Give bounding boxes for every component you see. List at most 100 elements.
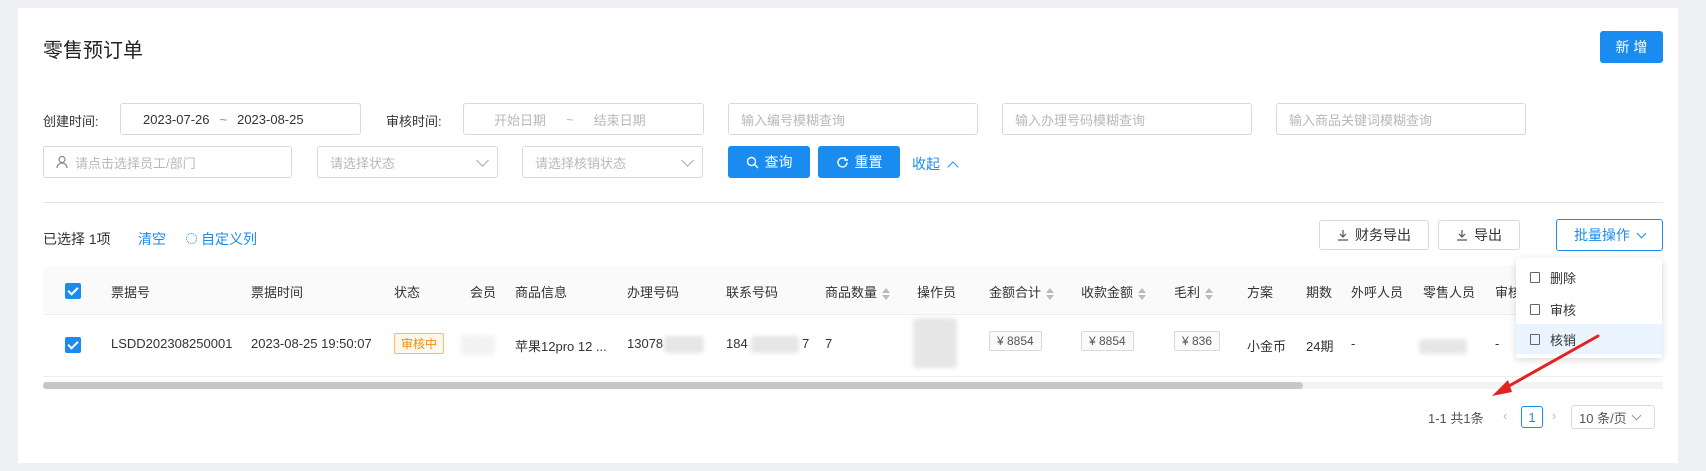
divider: [43, 202, 1663, 203]
cell-goods: 苹果12pro 12 ...: [515, 339, 607, 354]
audit-end-placeholder: 结束日期: [593, 112, 646, 128]
goods-keyword-placeholder: 输入商品关键词模糊查询: [1289, 112, 1433, 128]
sort-icon: [882, 287, 891, 300]
download-icon: [1338, 230, 1348, 241]
cell-periods: 24期: [1306, 339, 1334, 354]
goods-keyword-input[interactable]: 输入商品关键词模糊查询: [1276, 103, 1526, 135]
page-size-label: 10 条/页: [1579, 410, 1627, 426]
query-button[interactable]: 查询: [728, 146, 810, 178]
col-amount-received-label: 收款金额: [1081, 285, 1134, 300]
clear-selection-link[interactable]: 清空: [138, 229, 166, 249]
menu-item-writeoff[interactable]: 核销: [1516, 324, 1662, 354]
audit-time-label: 审核时间:: [386, 114, 442, 129]
table-row[interactable]: LSDD202308250001 2023-08-25 19:50:07 审核中…: [43, 314, 1663, 377]
reset-button[interactable]: 重置: [818, 146, 900, 178]
finance-export-button[interactable]: 财务导出: [1319, 220, 1429, 250]
chevron-down-icon: [1631, 410, 1642, 420]
trash-icon: [1530, 271, 1540, 283]
status-select[interactable]: 请选择状态: [317, 146, 498, 178]
page-size-select[interactable]: 10 条/页: [1571, 405, 1655, 429]
next-page-icon[interactable]: ›: [1552, 408, 1556, 423]
horizontal-scrollbar-thumb[interactable]: [43, 382, 1303, 389]
menu-item-writeoff-label: 核销: [1550, 332, 1577, 348]
select-all-checkbox[interactable]: [65, 283, 81, 299]
retail-staff-redacted: [1419, 339, 1467, 354]
cell-profit: ¥ 836: [1174, 331, 1221, 351]
check-square-icon: [1530, 303, 1540, 315]
col-profit[interactable]: 毛利: [1174, 282, 1214, 301]
create-time-label: 创建时间:: [43, 114, 99, 129]
writeoff-status-select[interactable]: 请选择核销状态: [522, 146, 703, 178]
sort-icon: [1138, 287, 1147, 300]
new-button[interactable]: 新 增: [1600, 31, 1663, 63]
batch-operations-dropdown[interactable]: 批量操作: [1556, 219, 1663, 251]
col-amount-total[interactable]: 金额合计: [989, 282, 1055, 301]
audit-start-placeholder: 开始日期: [494, 112, 547, 128]
prev-page-icon[interactable]: ‹: [1503, 408, 1507, 423]
main-card: [18, 8, 1678, 463]
col-member: 会员: [470, 285, 497, 300]
export-label: 导出: [1474, 227, 1502, 243]
col-goods: 商品信息: [515, 285, 568, 300]
cell-contact-no-prefix: 184: [726, 336, 748, 351]
col-caller: 外呼人员: [1351, 285, 1404, 300]
menu-item-audit[interactable]: 审核: [1516, 294, 1662, 324]
finance-export-label: 财务导出: [1355, 227, 1411, 243]
status-placeholder: 请选择状态: [330, 155, 396, 171]
batch-operations-label: 批量操作: [1574, 227, 1630, 243]
page-title: 零售预订单: [43, 40, 143, 62]
sort-icon: [1046, 287, 1055, 300]
handle-no-search-input[interactable]: 输入办理号码模糊查询: [1002, 103, 1252, 135]
row-checkbox[interactable]: [65, 337, 81, 353]
col-periods: 期数: [1306, 285, 1333, 300]
collapse-label: 收起: [912, 156, 940, 172]
col-retail-staff: 零售人员: [1423, 285, 1476, 300]
reset-label: 重置: [854, 154, 883, 170]
user-icon: [56, 155, 68, 169]
col-handle-no: 办理号码: [627, 285, 680, 300]
col-status: 状态: [394, 285, 421, 300]
custom-columns-label: 自定义列: [201, 231, 257, 247]
col-amount-received[interactable]: 收款金额: [1081, 282, 1147, 301]
menu-item-delete-label: 删除: [1550, 270, 1577, 286]
table-header: 票据号 票据时间 状态 会员 商品信息 办理号码 联系号码 商品数量 操作员 金…: [43, 266, 1663, 315]
operator-redacted: [913, 318, 957, 368]
create-time-range[interactable]: 2023-07-26 ~ 2023-08-25: [120, 103, 361, 135]
cell-handle-no: 13078: [627, 336, 664, 351]
download-icon: [1457, 230, 1467, 241]
cell-plan: 小金币: [1247, 339, 1287, 354]
range-separator: ~: [219, 111, 228, 127]
col-operator: 操作员: [917, 285, 957, 300]
col-qty[interactable]: 商品数量: [825, 282, 891, 301]
code-search-input[interactable]: 输入编号模糊查询: [728, 103, 978, 135]
cell-audit: -: [1495, 336, 1500, 351]
col-qty-label: 商品数量: [825, 285, 878, 300]
search-icon: [746, 156, 758, 168]
refresh-icon: [836, 156, 848, 168]
menu-item-delete[interactable]: 删除: [1516, 262, 1662, 292]
handle-no-redacted: [664, 336, 704, 353]
chevron-down-icon: [681, 154, 694, 167]
status-badge: 审核中: [394, 333, 445, 354]
staff-placeholder: 请点击选择员工/部门: [75, 155, 196, 171]
writeoff-placeholder: 请选择核销状态: [535, 155, 627, 171]
col-profit-label: 毛利: [1174, 285, 1201, 300]
col-plan: 方案: [1247, 285, 1274, 300]
staff-selector[interactable]: 请点击选择员工/部门: [43, 146, 292, 178]
export-button[interactable]: 导出: [1438, 220, 1520, 250]
copy-icon: [1530, 333, 1540, 345]
page-number-1[interactable]: 1: [1521, 406, 1543, 428]
chevron-up-icon: [947, 161, 959, 173]
collapse-link[interactable]: 收起: [912, 154, 959, 174]
col-amount-total-label: 金额合计: [989, 285, 1042, 300]
create-start-date: 2023-07-26: [143, 111, 210, 127]
cell-receipt-time: 2023-08-25 19:50:07: [251, 336, 372, 351]
cell-amount-received: ¥ 8854: [1081, 331, 1134, 351]
create-end-date: 2023-08-25: [237, 111, 304, 127]
chevron-down-icon: [1636, 228, 1647, 238]
cell-contact-no-suffix: 7: [802, 336, 810, 351]
custom-columns-link[interactable]: 自定义列: [186, 229, 257, 249]
audit-time-range[interactable]: 开始日期 ~ 结束日期: [463, 103, 704, 135]
chevron-down-icon: [476, 154, 489, 167]
range-separator: ~: [566, 111, 574, 127]
